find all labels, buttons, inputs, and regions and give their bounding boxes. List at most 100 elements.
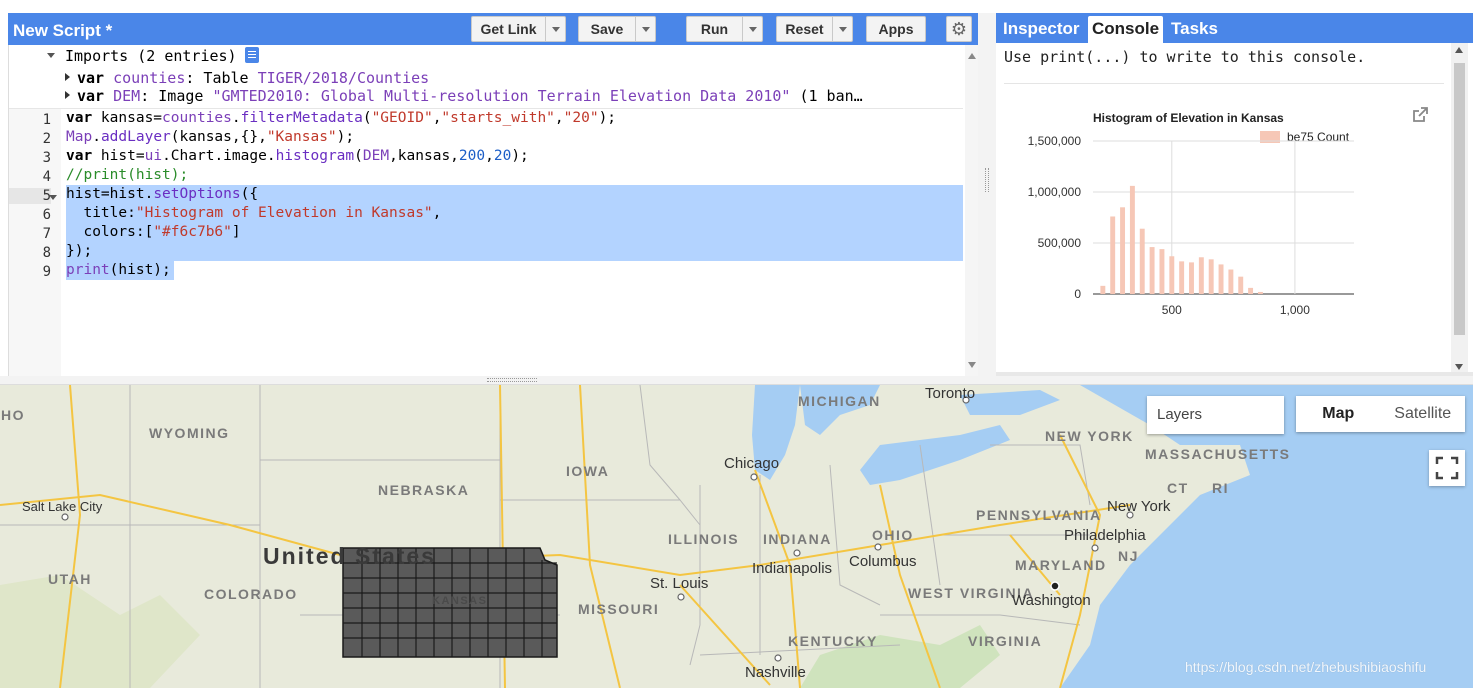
code-line[interactable]: var kansas=counties.filterMetadata("GEOI… <box>66 109 616 128</box>
chevron-down-icon <box>838 26 847 32</box>
reset-label: Reset <box>785 21 824 37</box>
line-number: 1 <box>42 112 51 128</box>
reset-button[interactable]: Reset <box>776 16 853 42</box>
get-link-dropdown[interactable] <box>545 17 565 41</box>
scroll-down-icon[interactable] <box>1455 364 1463 370</box>
code-line[interactable]: title:"Histogram of Elevation in Kansas"… <box>66 204 441 223</box>
run-dropdown[interactable] <box>742 17 762 41</box>
histogram-bar <box>1169 256 1175 294</box>
map-type-map[interactable]: Map <box>1296 396 1381 432</box>
capital-marker <box>1050 581 1060 591</box>
imports-header-label: Imports (2 entries) <box>65 47 237 65</box>
import-name[interactable]: DEM <box>113 87 140 105</box>
state-label: INDIANA <box>763 531 832 547</box>
code-line[interactable]: //print(hist); <box>66 166 188 185</box>
city-label: Philadelphia <box>1064 527 1146 544</box>
import-keyword: var <box>77 87 105 105</box>
collapse-imports-icon[interactable] <box>47 53 55 58</box>
state-label: NEBRASKA <box>378 482 470 498</box>
popout-icon[interactable] <box>1412 107 1428 123</box>
country-label: United States <box>263 543 436 569</box>
expand-icon[interactable] <box>65 73 70 81</box>
legend-label: be75 Count <box>1287 130 1350 144</box>
line-number: 5 <box>9 188 51 204</box>
tab-tasks[interactable]: Tasks <box>1167 16 1222 43</box>
chart-title: Histogram of Elevation in Kansas <box>1093 111 1284 125</box>
state-label: NEW YORK <box>1045 428 1134 444</box>
scroll-down-icon[interactable] <box>968 362 976 368</box>
y-tick-label: 1,000,000 <box>1028 185 1082 199</box>
document-icon[interactable] <box>244 47 259 63</box>
splitter-grip[interactable] <box>985 168 989 192</box>
get-link-label: Get Link <box>480 21 537 37</box>
expand-icon[interactable] <box>65 91 70 99</box>
script-title[interactable]: New Script * <box>13 21 112 41</box>
editor-header: New Script * Get Link Save Run Reset App… <box>8 13 978 45</box>
code-line[interactable]: }); <box>66 242 92 261</box>
histogram-bar <box>1120 207 1126 294</box>
import-type: : Image <box>140 87 213 105</box>
histogram-bar <box>1208 259 1214 294</box>
scroll-thumb[interactable] <box>1454 63 1465 335</box>
state-label: WYOMING <box>149 425 230 441</box>
reset-dropdown[interactable] <box>832 17 852 41</box>
editor-scrollbar[interactable] <box>965 45 979 376</box>
state-label: HO <box>1 407 25 423</box>
import-source[interactable]: "GMTED2010: Global Multi-resolution Terr… <box>212 87 790 105</box>
console-scrollbar[interactable] <box>1451 43 1468 376</box>
fullscreen-button[interactable] <box>1429 450 1465 486</box>
horizontal-splitter[interactable] <box>0 376 1473 385</box>
code-line[interactable]: Map.addLayer(kansas,{},"Kansas"); <box>66 128 354 147</box>
state-label: RI <box>1212 480 1229 496</box>
code-area[interactable]: var kansas=counties.filterMetadata("GEOI… <box>66 109 963 376</box>
imports-header[interactable]: Imports (2 entries) <box>65 47 259 65</box>
run-button[interactable]: Run <box>686 16 763 42</box>
state-label: ILLINOIS <box>668 531 740 547</box>
vertical-splitter[interactable] <box>978 13 996 376</box>
histogram-bar <box>1189 262 1194 294</box>
city-label: Columbus <box>849 553 917 570</box>
code-line[interactable]: var hist=ui.Chart.image.histogram(DEM,ka… <box>66 147 529 166</box>
line-number: 4 <box>42 169 51 185</box>
splitter-grip[interactable] <box>487 378 537 382</box>
import-entry-counties[interactable]: var counties: Table TIGER/2018/Counties <box>65 69 429 87</box>
x-tick-label: 500 <box>1162 303 1182 317</box>
code-editor[interactable]: Imports (2 entries) var counties: Table … <box>8 45 979 376</box>
scroll-up-icon[interactable] <box>968 53 976 59</box>
city-label: Indianapolis <box>752 560 833 577</box>
scroll-up-icon[interactable] <box>1455 47 1463 53</box>
console-divider <box>1004 83 1444 84</box>
state-label: VIRGINIA <box>968 633 1043 649</box>
layers-label: Layers <box>1157 406 1203 423</box>
import-entry-dem[interactable]: var DEM: Image "GMTED2010: Global Multi-… <box>65 87 863 105</box>
code-line[interactable]: print(hist); <box>66 261 171 280</box>
line-number: 3 <box>42 150 51 166</box>
line-number-gutter: 1 2 3 4 5 6 7 8 9 <box>9 109 61 376</box>
import-source[interactable]: TIGER/2018/Counties <box>258 69 430 87</box>
code-line[interactable]: colors:["#f6c7b6"] <box>66 223 240 242</box>
state-label: KANSAS <box>432 595 488 607</box>
right-panel-header: Inspector Console Tasks <box>996 13 1473 43</box>
tab-inspector[interactable]: Inspector <box>999 16 1084 43</box>
tab-console[interactable]: Console <box>1088 16 1164 43</box>
map-view[interactable]: HO WYOMING NEBRASKA IOWA MICHIGAN NEW YO… <box>0 385 1473 688</box>
histogram-chart: Histogram of Elevation in Kansas be75 Co… <box>1028 111 1354 317</box>
imports-section: Imports (2 entries) var counties: Table … <box>9 45 963 109</box>
layers-button[interactable]: Layers <box>1147 396 1284 434</box>
code-line[interactable]: hist=hist.setOptions({ <box>66 185 258 204</box>
map-type-satellite[interactable]: Satellite <box>1381 396 1466 432</box>
city-label: Toronto <box>925 385 976 402</box>
histogram-bar <box>1100 285 1106 294</box>
histogram-bar <box>1228 269 1234 294</box>
get-link-button[interactable]: Get Link <box>471 16 566 42</box>
state-label: CT <box>1167 480 1189 496</box>
import-type: : Table <box>185 69 258 87</box>
run-label: Run <box>700 21 729 37</box>
save-dropdown[interactable] <box>635 17 655 41</box>
import-name[interactable]: counties <box>113 69 185 87</box>
histogram-bar <box>1110 216 1116 294</box>
settings-button[interactable]: ⚙ <box>946 16 972 42</box>
apps-button[interactable]: Apps <box>866 16 926 42</box>
save-button[interactable]: Save <box>578 16 656 42</box>
fold-icon[interactable] <box>49 195 57 200</box>
